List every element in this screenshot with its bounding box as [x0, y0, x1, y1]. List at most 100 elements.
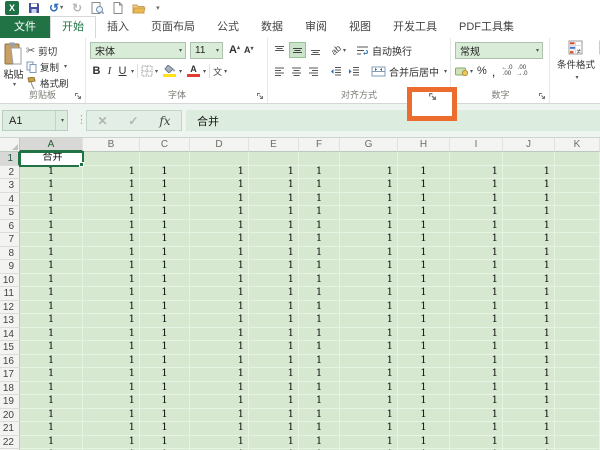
cell-B11[interactable]: 1: [83, 287, 140, 301]
cell-E16[interactable]: 1: [249, 355, 299, 369]
formula-input[interactable]: 合并: [186, 110, 600, 131]
tab-formulas[interactable]: 公式: [206, 16, 250, 38]
cell-K14[interactable]: [555, 328, 600, 342]
cell-K11[interactable]: [555, 287, 600, 301]
cell-G15[interactable]: 1: [340, 341, 398, 355]
cell-G4[interactable]: 1: [340, 193, 398, 207]
cell-E22[interactable]: 1: [249, 436, 299, 450]
cell-F6[interactable]: 1: [299, 220, 340, 234]
wrap-text-button[interactable]: 自动换行: [356, 43, 412, 58]
redo-icon[interactable]: ↻: [72, 1, 82, 15]
fill-handle[interactable]: [79, 162, 84, 167]
decrease-indent-button[interactable]: [328, 63, 344, 79]
column-header-A[interactable]: A: [20, 138, 83, 152]
cell-H5[interactable]: 1: [398, 206, 450, 220]
cell-C7[interactable]: 1: [140, 233, 190, 247]
number-format-combo[interactable]: 常规 ▾: [455, 42, 543, 59]
cell-D8[interactable]: 1: [190, 247, 249, 261]
fill-color-button[interactable]: [162, 65, 177, 77]
cell-J20[interactable]: 1: [503, 409, 555, 423]
cell-J4[interactable]: 1: [503, 193, 555, 207]
cell-K18[interactable]: [555, 382, 600, 396]
cell-A22[interactable]: 1: [20, 436, 83, 450]
cell-D19[interactable]: 1: [190, 395, 249, 409]
cell-J11[interactable]: 1: [503, 287, 555, 301]
font-size-combo[interactable]: 11 ▾: [190, 42, 223, 59]
format-as-table-button[interactable]: 表: [592, 40, 600, 71]
cell-I17[interactable]: 1: [450, 368, 503, 382]
cell-C18[interactable]: 1: [140, 382, 190, 396]
cell-E1[interactable]: [249, 152, 299, 166]
cell-I12[interactable]: 1: [450, 301, 503, 315]
enter-icon[interactable]: ✓: [128, 114, 138, 128]
cell-K13[interactable]: [555, 314, 600, 328]
column-header-F[interactable]: F: [299, 138, 340, 152]
cell-D9[interactable]: 1: [190, 260, 249, 274]
cell-C22[interactable]: 1: [140, 436, 190, 450]
column-header-K[interactable]: K: [555, 138, 600, 152]
cell-B6[interactable]: 1: [83, 220, 140, 234]
cell-F14[interactable]: 1: [299, 328, 340, 342]
align-bottom-button[interactable]: [307, 42, 324, 58]
cell-C3[interactable]: 1: [140, 179, 190, 193]
tab-pdf-tools[interactable]: PDF工具集: [448, 16, 525, 38]
cell-B21[interactable]: 1: [83, 422, 140, 436]
cell-C8[interactable]: 1: [140, 247, 190, 261]
cell-A3[interactable]: 1: [20, 179, 83, 193]
cell-G20[interactable]: 1: [340, 409, 398, 423]
cell-J21[interactable]: 1: [503, 422, 555, 436]
cell-K17[interactable]: [555, 368, 600, 382]
row-header-2[interactable]: 2: [0, 166, 20, 180]
cell-B5[interactable]: 1: [83, 206, 140, 220]
align-middle-button[interactable]: [289, 42, 306, 58]
cell-J2[interactable]: 1: [503, 166, 555, 180]
tab-home[interactable]: 开始: [50, 16, 96, 38]
cell-K10[interactable]: [555, 274, 600, 288]
increase-indent-button[interactable]: [346, 63, 362, 79]
cell-F17[interactable]: 1: [299, 368, 340, 382]
cell-J19[interactable]: 1: [503, 395, 555, 409]
borders-button[interactable]: ▾: [141, 65, 158, 77]
cell-C9[interactable]: 1: [140, 260, 190, 274]
cell-G13[interactable]: 1: [340, 314, 398, 328]
cell-H22[interactable]: 1: [398, 436, 450, 450]
align-top-button[interactable]: [271, 42, 288, 58]
row-header-8[interactable]: 8: [0, 247, 20, 261]
cell-F20[interactable]: 1: [299, 409, 340, 423]
cell-K2[interactable]: [555, 166, 600, 180]
name-box-caret-icon[interactable]: ▾: [55, 111, 67, 130]
cell-A5[interactable]: 1: [20, 206, 83, 220]
cell-K3[interactable]: [555, 179, 600, 193]
insert-function-icon[interactable]: fx: [159, 114, 170, 128]
font-color-button[interactable]: A: [186, 65, 201, 77]
cell-C4[interactable]: 1: [140, 193, 190, 207]
cell-D7[interactable]: 1: [190, 233, 249, 247]
cell-E2[interactable]: 1: [249, 166, 299, 180]
cell-I22[interactable]: 1: [450, 436, 503, 450]
cell-H12[interactable]: 1: [398, 301, 450, 315]
cell-E20[interactable]: 1: [249, 409, 299, 423]
cell-I19[interactable]: 1: [450, 395, 503, 409]
cell-H13[interactable]: 1: [398, 314, 450, 328]
cell-G12[interactable]: 1: [340, 301, 398, 315]
cell-E5[interactable]: 1: [249, 206, 299, 220]
cell-B17[interactable]: 1: [83, 368, 140, 382]
cell-G7[interactable]: 1: [340, 233, 398, 247]
cell-K22[interactable]: [555, 436, 600, 450]
cell-H9[interactable]: 1: [398, 260, 450, 274]
cell-D10[interactable]: 1: [190, 274, 249, 288]
cell-C14[interactable]: 1: [140, 328, 190, 342]
cell-F13[interactable]: 1: [299, 314, 340, 328]
cell-D15[interactable]: 1: [190, 341, 249, 355]
merge-center-button[interactable]: 合并后居中 ▾: [371, 64, 447, 79]
cell-G9[interactable]: 1: [340, 260, 398, 274]
cell-B14[interactable]: 1: [83, 328, 140, 342]
cell-H6[interactable]: 1: [398, 220, 450, 234]
cell-H18[interactable]: 1: [398, 382, 450, 396]
cell-C11[interactable]: 1: [140, 287, 190, 301]
cell-B4[interactable]: 1: [83, 193, 140, 207]
cell-B8[interactable]: 1: [83, 247, 140, 261]
cell-A19[interactable]: 1: [20, 395, 83, 409]
cell-E21[interactable]: 1: [249, 422, 299, 436]
cell-H10[interactable]: 1: [398, 274, 450, 288]
